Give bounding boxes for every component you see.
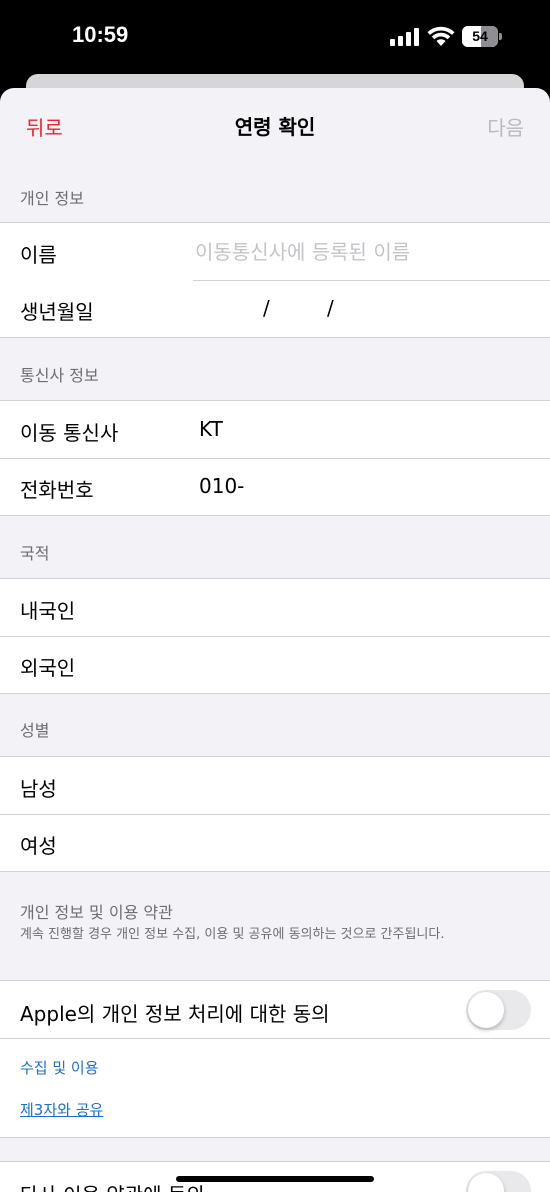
cellular-signal-icon bbox=[390, 28, 420, 46]
battery-icon: 54 bbox=[462, 26, 502, 47]
nationality-option-domestic[interactable]: 내국인 bbox=[0, 579, 550, 636]
toggle-knob bbox=[468, 1173, 504, 1192]
name-row: 이름 bbox=[0, 223, 550, 280]
status-bar: 10:59 54 bbox=[0, 0, 550, 75]
option-label: 외국인 bbox=[20, 656, 76, 680]
carrier-row[interactable]: 이동 통신사 KT bbox=[0, 401, 550, 458]
option-label: 내국인 bbox=[20, 599, 76, 623]
divider bbox=[0, 1038, 550, 1039]
birthdate-input[interactable] bbox=[195, 290, 535, 328]
apple-consent-toggle[interactable] bbox=[466, 990, 531, 1030]
gender-header: 성별 bbox=[20, 721, 50, 740]
gender-group: 남성 여성 bbox=[0, 756, 550, 872]
carrier-label: 이동 통신사 bbox=[20, 421, 119, 445]
collect-use-link[interactable]: 수집 및 이용 bbox=[20, 1057, 99, 1078]
nav-bar: 뒤로 연령 확인 다음 bbox=[0, 88, 550, 160]
carrier-info-header: 통신사 정보 bbox=[20, 366, 99, 385]
age-verification-sheet: 뒤로 연령 확인 다음 개인 정보 이름 생년월일 / / 통신사 정보 이동 … bbox=[0, 88, 550, 1192]
personal-info-header: 개인 정보 bbox=[20, 189, 84, 208]
phone-input[interactable]: 010- bbox=[199, 474, 244, 498]
consent-group: Apple의 개인 정보 처리에 대한 동의 수집 및 이용 제3자와 공유 bbox=[0, 980, 550, 1138]
carrier-value: KT bbox=[199, 417, 223, 441]
terms-title: 개인 정보 및 이용 약관 bbox=[20, 903, 173, 922]
home-indicator bbox=[176, 1176, 374, 1182]
gender-option-male[interactable]: 남성 bbox=[0, 757, 550, 814]
gender-option-female[interactable]: 여성 bbox=[0, 814, 550, 871]
third-party-consent-toggle[interactable] bbox=[466, 1171, 531, 1192]
terms-description: 계속 진행할 경우 개인 정보 수집, 이용 및 공유에 동의하는 것으로 간주… bbox=[20, 927, 445, 942]
toggle-knob bbox=[468, 992, 504, 1028]
status-time: 10:59 bbox=[72, 22, 129, 47]
nationality-group: 내국인 외국인 bbox=[0, 578, 550, 694]
personal-info-group: 이름 생년월일 / / bbox=[0, 222, 550, 338]
birthdate-row: 생년월일 / / bbox=[0, 280, 550, 337]
page-title: 연령 확인 bbox=[234, 115, 316, 139]
option-label: 여성 bbox=[20, 834, 57, 858]
birthdate-label: 생년월일 bbox=[20, 300, 94, 324]
battery-level: 54 bbox=[472, 28, 488, 44]
nationality-header: 국적 bbox=[20, 544, 50, 563]
name-input[interactable] bbox=[195, 237, 535, 267]
option-label: 남성 bbox=[20, 777, 57, 801]
phone-row: 전화번호 010- bbox=[0, 458, 550, 515]
carrier-info-group: 이동 통신사 KT 전화번호 010- bbox=[0, 400, 550, 516]
name-label: 이름 bbox=[20, 243, 57, 267]
phone-label: 전화번호 bbox=[20, 478, 94, 502]
wifi-icon bbox=[427, 26, 455, 46]
apple-consent-label: Apple의 개인 정보 처리에 대한 동의 bbox=[20, 1002, 330, 1026]
nationality-option-foreign[interactable]: 외국인 bbox=[0, 636, 550, 693]
third-party-share-link[interactable]: 제3자와 공유 bbox=[20, 1099, 103, 1120]
next-button[interactable]: 다음 bbox=[487, 112, 524, 141]
